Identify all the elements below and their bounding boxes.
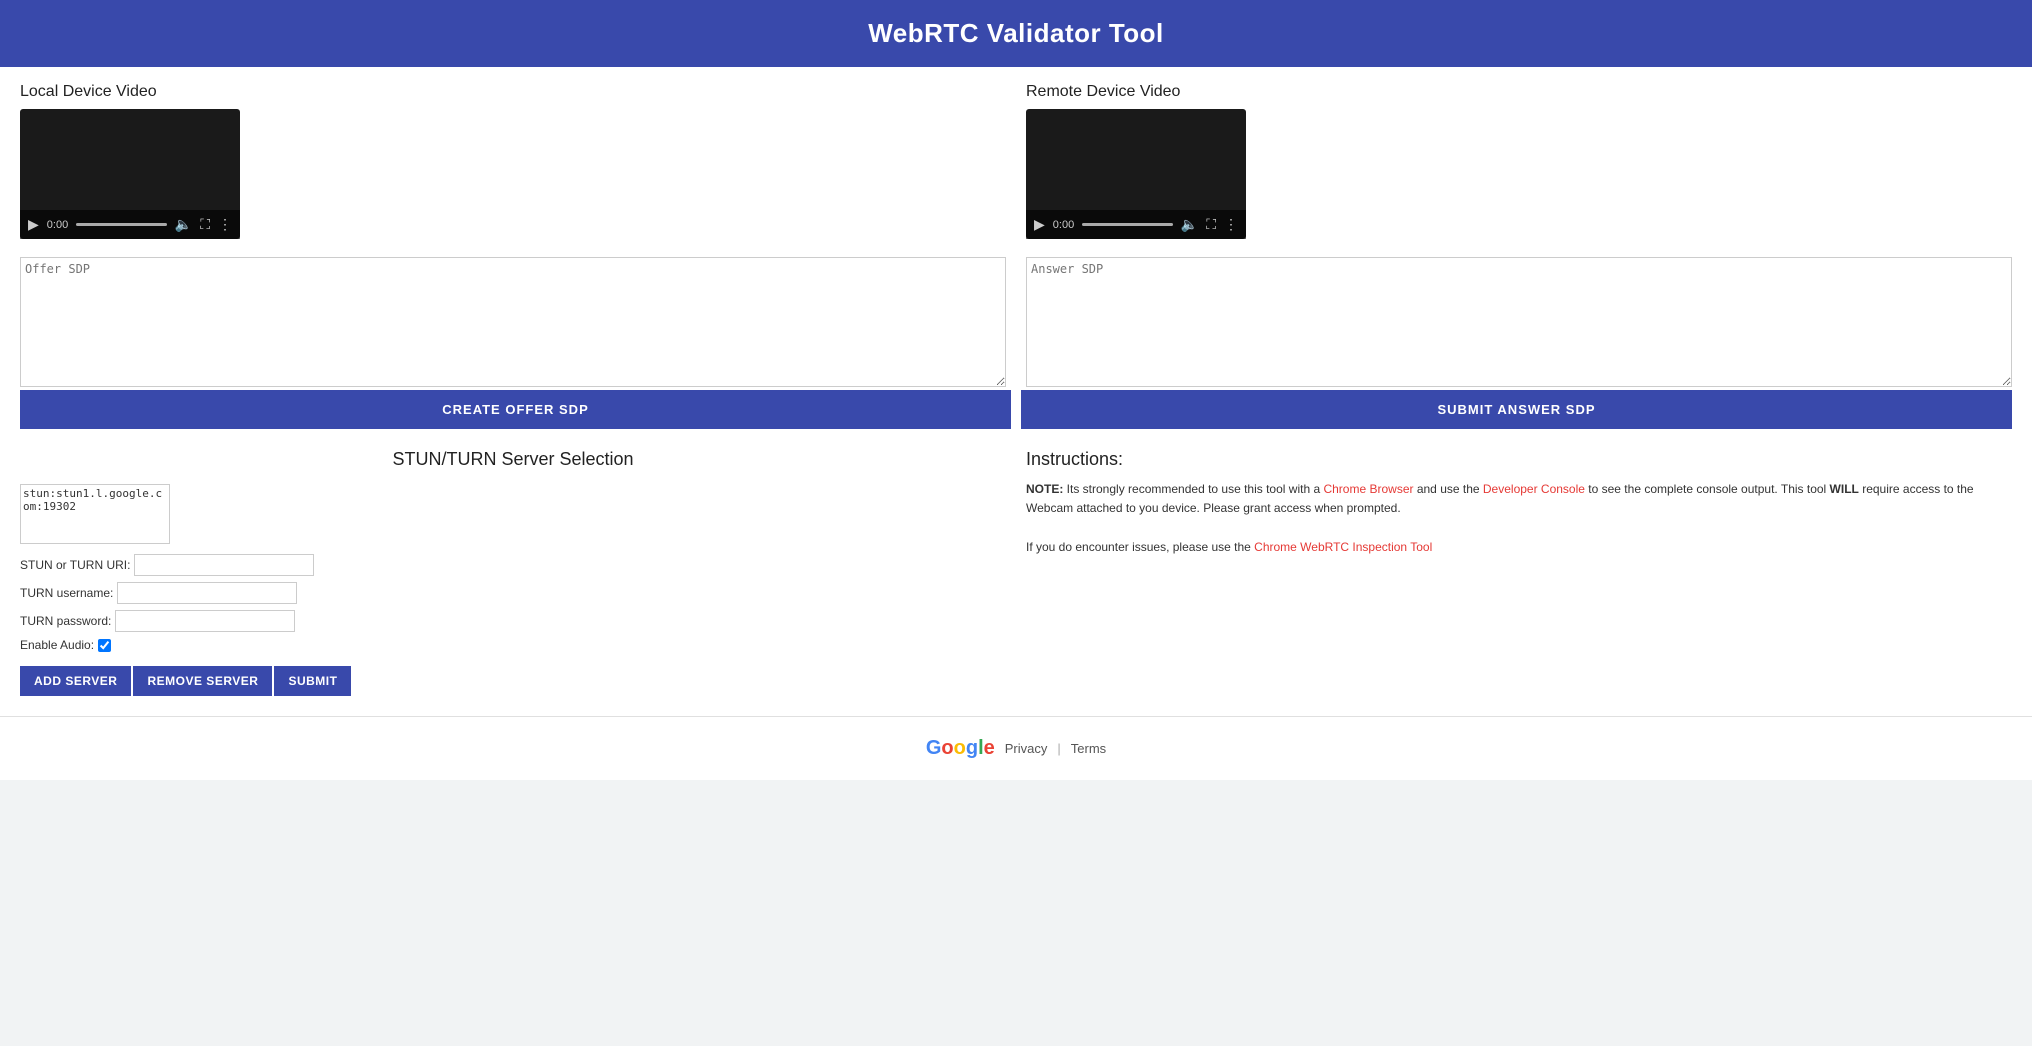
note-bold-label: NOTE: xyxy=(1026,482,1063,496)
note-text: Its strongly recommended to use this too… xyxy=(1063,482,1323,496)
stun-uri-input[interactable] xyxy=(134,554,314,576)
instructions-title: Instructions: xyxy=(1026,449,2012,470)
local-video-player: ▶ 0:00 🔈 ⛶ ⋮ xyxy=(20,109,240,239)
offer-sdp-panel xyxy=(20,257,1006,390)
lower-section: STUN/TURN Server Selection stun:stun1.l.… xyxy=(0,429,2032,716)
action-button-row: CREATE OFFER SDP SUBMIT ANSWER SDP xyxy=(20,390,2012,429)
local-video-time: 0:00 xyxy=(47,219,68,231)
remove-server-button[interactable]: REMOVE SERVER xyxy=(133,666,272,696)
stun-uri-row: STUN or TURN URI: xyxy=(20,554,1006,576)
stun-uri-label: STUN or TURN URI: xyxy=(20,558,130,572)
terms-link[interactable]: Terms xyxy=(1071,741,1106,756)
local-video-panel: Local Device Video ▶ 0:00 🔈 ⛶ ⋮ xyxy=(20,83,1006,239)
rest-text: to see the complete console output. This… xyxy=(1585,482,1830,496)
offer-sdp-textarea[interactable] xyxy=(20,257,1006,387)
remote-more-icon[interactable]: ⋮ xyxy=(1224,216,1238,233)
google-g-blue: G xyxy=(926,737,942,760)
submit-stun-button[interactable]: SUBMIT xyxy=(274,666,351,696)
instructions-body: NOTE: Its strongly recommended to use th… xyxy=(1026,480,2012,557)
chrome-inspection-link[interactable]: Chrome WebRTC Inspection Tool xyxy=(1254,540,1432,554)
remote-play-icon[interactable]: ▶ xyxy=(1034,216,1045,233)
stun-buttons: ADD SERVER REMOVE SERVER SUBMIT xyxy=(20,666,1006,696)
remote-video-controls: ▶ 0:00 🔈 ⛶ ⋮ xyxy=(1026,210,1246,239)
turn-password-input[interactable] xyxy=(115,610,295,632)
local-fullscreen-icon[interactable]: ⛶ xyxy=(200,216,210,233)
add-server-button[interactable]: ADD SERVER xyxy=(20,666,131,696)
and-text: and use the xyxy=(1414,482,1483,496)
turn-username-row: TURN username: xyxy=(20,582,1006,604)
turn-password-row: TURN password: xyxy=(20,610,1006,632)
footer: Google Privacy | Terms xyxy=(0,716,2032,780)
remote-fullscreen-icon[interactable]: ⛶ xyxy=(1206,216,1216,233)
privacy-link[interactable]: Privacy xyxy=(1005,741,1048,756)
remote-video-panel: Remote Device Video ▶ 0:00 🔈 ⛶ ⋮ xyxy=(1026,83,2012,239)
google-g-red: o xyxy=(941,737,953,760)
local-video-label: Local Device Video xyxy=(20,83,1006,101)
footer-divider: | xyxy=(1057,741,1060,756)
issue-text: If you do encounter issues, please use t… xyxy=(1026,540,1254,554)
remote-video-label: Remote Device Video xyxy=(1026,83,2012,101)
header-title: WebRTC Validator Tool xyxy=(868,18,1164,48)
turn-username-label: TURN username: xyxy=(20,586,113,600)
create-offer-button[interactable]: CREATE OFFER SDP xyxy=(20,390,1011,429)
enable-audio-label: Enable Audio: xyxy=(20,638,94,652)
submit-answer-button[interactable]: SUBMIT ANSWER SDP xyxy=(1021,390,2012,429)
dev-console-link[interactable]: Developer Console xyxy=(1483,482,1585,496)
turn-password-label: TURN password: xyxy=(20,614,111,628)
instructions-panel: Instructions: NOTE: Its strongly recomme… xyxy=(1026,449,2012,696)
google-g-yellow: o xyxy=(954,737,966,760)
local-video-progress xyxy=(76,223,167,226)
remote-video-time: 0:00 xyxy=(1053,219,1074,231)
google-g-red2: e xyxy=(984,737,995,760)
answer-sdp-textarea[interactable] xyxy=(1026,257,2012,387)
enable-audio-checkbox[interactable] xyxy=(98,639,111,652)
chrome-browser-link[interactable]: Chrome Browser xyxy=(1323,482,1413,496)
local-volume-icon[interactable]: 🔈 xyxy=(175,216,192,233)
google-logo: Google xyxy=(926,737,995,760)
answer-sdp-panel xyxy=(1026,257,2012,390)
local-more-icon[interactable]: ⋮ xyxy=(218,216,232,233)
will-bold: WILL xyxy=(1830,482,1859,496)
stun-title: STUN/TURN Server Selection xyxy=(20,449,1006,470)
stun-panel: STUN/TURN Server Selection stun:stun1.l.… xyxy=(20,449,1006,696)
turn-username-input[interactable] xyxy=(117,582,297,604)
remote-video-player: ▶ 0:00 🔈 ⛶ ⋮ xyxy=(1026,109,1246,239)
local-play-icon[interactable]: ▶ xyxy=(28,216,39,233)
enable-audio-row: Enable Audio: xyxy=(20,638,1006,652)
header: WebRTC Validator Tool xyxy=(0,0,2032,67)
remote-volume-icon[interactable]: 🔈 xyxy=(1181,216,1198,233)
google-g-blue2: g xyxy=(966,737,978,760)
local-video-controls: ▶ 0:00 🔈 ⛶ ⋮ xyxy=(20,210,240,239)
remote-video-progress xyxy=(1082,223,1173,226)
stun-server-list[interactable]: stun:stun1.l.google.com:19302 xyxy=(20,484,170,544)
